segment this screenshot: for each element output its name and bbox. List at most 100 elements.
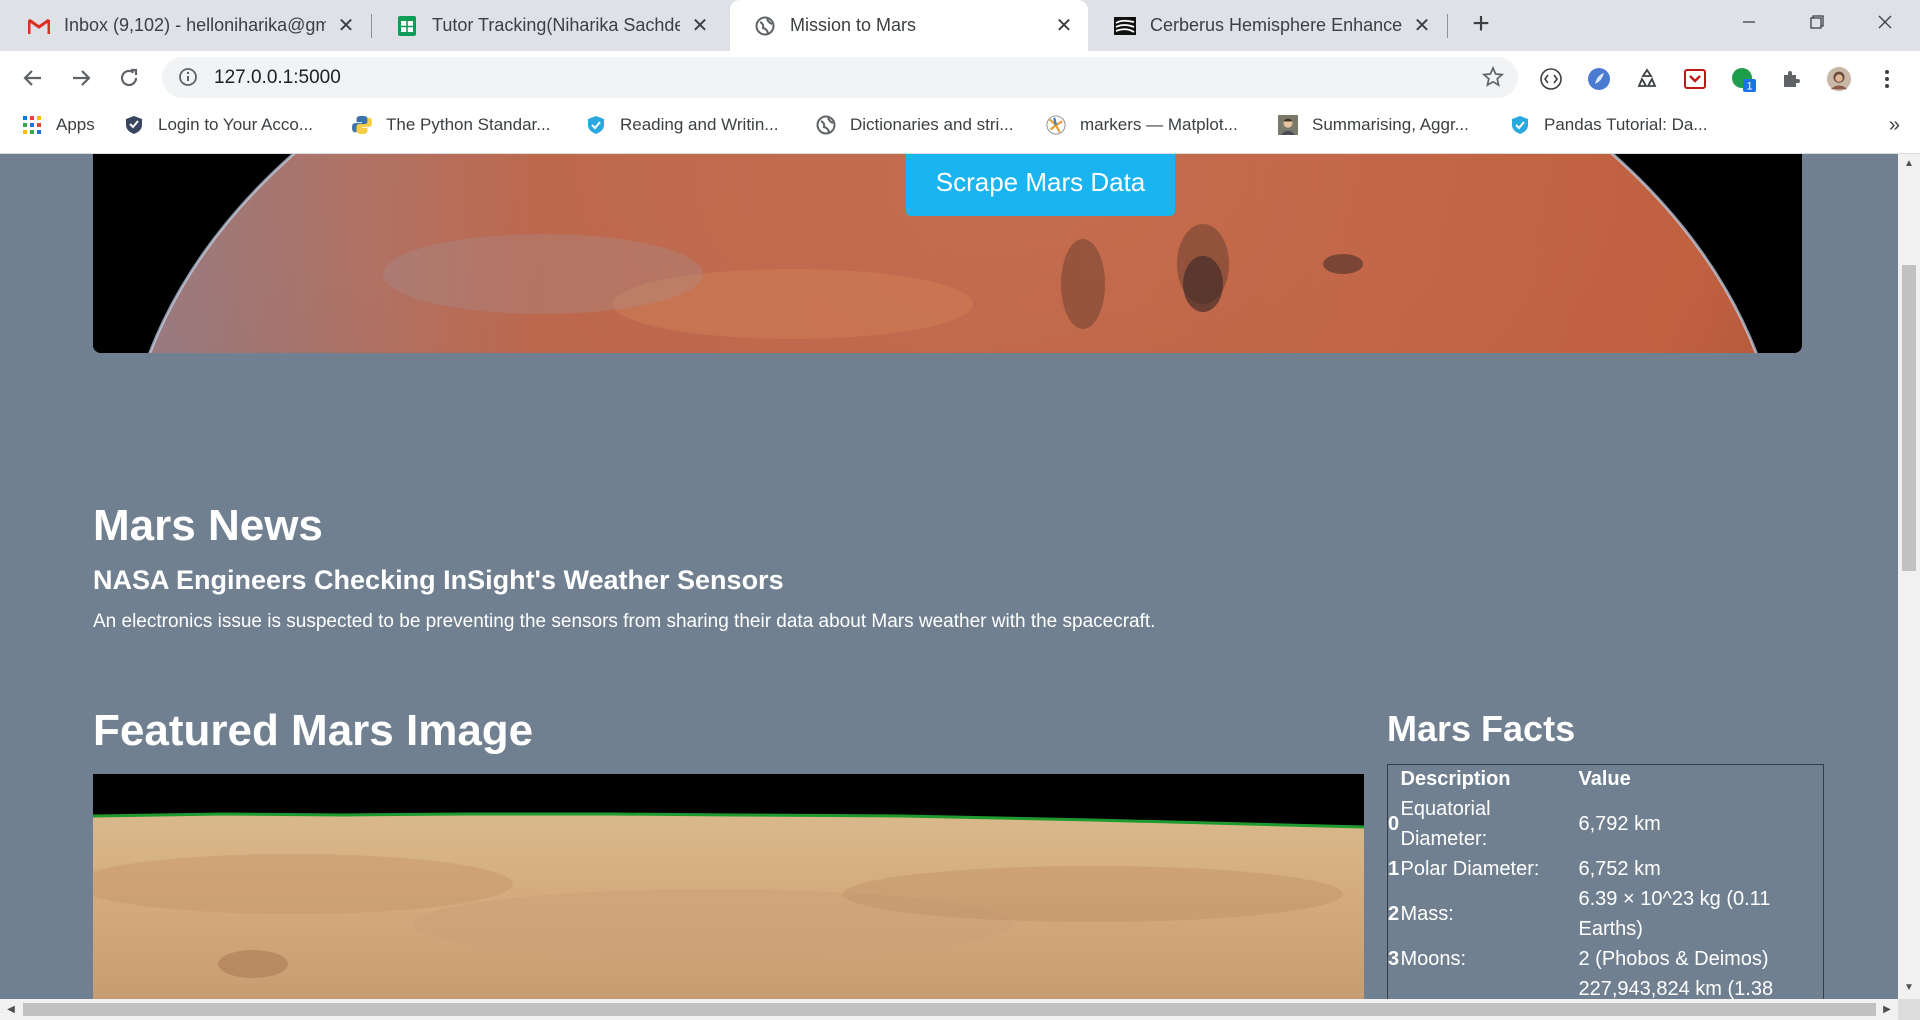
restore-button[interactable] [1784,0,1850,44]
close-window-button[interactable] [1852,0,1918,44]
table-row: 0 Equatorial Diameter: 6,792 km [1388,794,1824,854]
blue-shield-icon [586,115,606,135]
table-header-row: Description Value [1388,765,1824,795]
url-text: 127.0.0.1:5000 [214,67,341,88]
page-content: Scrape Mars Data Mars News NASA Engineer… [0,154,1898,999]
bookmark-label: markers — Matplot... [1080,115,1238,134]
close-icon[interactable]: ✕ [1052,14,1076,38]
minimize-button[interactable] [1716,0,1782,44]
bookmark-label: Pandas Tutorial: Da... [1544,115,1708,134]
profile-avatar[interactable] [1826,66,1852,92]
table-header-index [1388,765,1401,795]
bookmark-reading-writing[interactable]: Reading and Writin... [586,104,778,146]
globe-icon [754,15,776,37]
featured-mars-image [93,774,1364,999]
bookmark-apps[interactable]: Apps [22,104,95,146]
bookmarks-bar: Apps Login to Your Acco... The Python St… [0,104,1920,154]
table-row: 2 Mass: 6.39 × 10^23 kg (0.11 Earths) [1388,884,1824,944]
horizontal-scrollbar-thumb[interactable] [23,1003,1876,1016]
table-row: 227,943,824 km (1.38 [1388,974,1824,999]
reload-button[interactable] [112,61,146,95]
extension-mcafee-icon[interactable] [1682,66,1708,92]
bookmark-python[interactable]: The Python Standar... [352,104,550,146]
horizontal-scrollbar[interactable]: ◀ ▶ [0,999,1898,1020]
scroll-down-arrow-icon[interactable]: ▼ [1903,982,1915,994]
extensions-puzzle-icon[interactable] [1778,66,1804,92]
tab-mission-to-mars[interactable]: Mission to Mars ✕ [730,0,1088,51]
scrollbar-corner [1898,999,1920,1020]
apps-grid-icon [22,115,42,135]
scroll-right-arrow-icon[interactable]: ▶ [1881,1003,1893,1016]
back-button[interactable] [16,61,50,95]
row-index: 1 [1388,858,1400,880]
tab-title: Mission to Mars [790,15,917,35]
matplotlib-icon [1046,115,1066,135]
bookmark-label: Summarising, Aggr... [1312,115,1469,134]
row-value: 6,752 km [1578,858,1661,880]
table-header-value: Value [1578,768,1631,790]
row-index: 3 [1388,948,1400,970]
tab-cerberus-hemisphere[interactable]: Cerberus Hemisphere Enhanced | ✕ [1090,0,1446,51]
close-icon[interactable]: ✕ [334,14,358,38]
scrape-mars-data-button[interactable]: Scrape Mars Data [906,154,1175,216]
bookmark-login[interactable]: Login to Your Acco... [124,104,313,146]
usgs-icon [1114,15,1136,37]
browser-menu-icon[interactable] [1874,66,1900,92]
row-description [1401,974,1579,999]
table-row: 3 Moons: 2 (Phobos & Deimos) [1388,944,1824,974]
mars-facts-table: Description Value 0 Equatorial Diameter:… [1387,764,1824,999]
scroll-left-arrow-icon[interactable]: ◀ [5,1003,17,1016]
extension-blue-feather-icon[interactable] [1586,66,1612,92]
tab-title: Inbox (9,102) - helloniharika@gm [64,15,326,35]
close-icon[interactable]: ✕ [688,14,712,38]
tab-divider [1447,14,1448,38]
python-icon [352,115,372,135]
vertical-scrollbar-thumb[interactable] [1902,265,1916,571]
tab-gmail[interactable]: Inbox (9,102) - helloniharika@gm ✕ [4,0,370,51]
row-index [1388,974,1401,999]
scroll-up-arrow-icon[interactable]: ▲ [1903,158,1915,170]
tab-title: Tutor Tracking(Niharika Sachdeva [432,15,680,35]
bookmark-pandas[interactable]: Pandas Tutorial: Da... [1510,104,1707,146]
address-bar[interactable]: 127.0.0.1:5000 [162,57,1518,98]
bookmark-label: Dictionaries and stri... [850,115,1014,134]
shield-check-icon [124,115,144,135]
new-tab-button[interactable]: + [1466,9,1496,40]
table-header-description: Description [1400,768,1511,790]
row-description: Equatorial Diameter: [1400,798,1491,850]
extension-badge: 1 [1746,81,1752,93]
extension-green-dot-icon[interactable]: 1 [1730,66,1756,92]
gmail-icon [28,15,50,37]
row-value: 6,792 km [1578,813,1661,835]
table-row: 1 Polar Diameter: 6,752 km [1388,854,1824,884]
row-description: Moons: [1400,948,1467,970]
blue-shield-icon [1510,115,1530,135]
row-description: Polar Diameter: [1400,858,1540,880]
bookmark-label: Reading and Writin... [620,115,779,134]
bookmark-summarising[interactable]: Summarising, Aggr... [1278,104,1469,146]
mars-facts-heading: Mars Facts [1387,708,1576,749]
extension-code-icon[interactable] [1538,66,1564,92]
news-paragraph: An electronics issue is suspected to be … [93,611,1156,632]
bookmark-label: The Python Standar... [386,115,551,134]
row-value: 227,943,824 km (1.38 [1578,978,1774,999]
vertical-scrollbar[interactable]: ▲ ▼ [1898,154,1920,999]
extension-recycle-icon[interactable] [1634,66,1660,92]
news-title: NASA Engineers Checking InSight's Weathe… [93,565,784,595]
bookmark-star-icon[interactable] [1481,65,1505,88]
browser-toolbar: 127.0.0.1:5000 1 [0,51,1920,104]
bookmark-dictionaries[interactable]: Dictionaries and stri... [816,104,1013,146]
close-icon[interactable]: ✕ [1410,14,1434,38]
featured-image-picture [93,774,1364,999]
row-value: 2 (Phobos & Deimos) [1578,948,1769,970]
tab-tutor-tracking[interactable]: Tutor Tracking(Niharika Sachdeva ✕ [372,0,724,51]
bookmark-matplotlib[interactable]: markers — Matplot... [1046,104,1238,146]
row-index: 0 [1388,813,1400,835]
info-icon[interactable] [178,67,198,87]
featured-image-heading: Featured Mars Image [93,706,534,755]
bookmarks-overflow-button[interactable]: » [1889,114,1900,137]
row-description: Mass: [1400,903,1454,925]
row-index: 2 [1388,903,1400,925]
sheets-icon [396,15,418,37]
forward-button[interactable] [64,61,98,95]
